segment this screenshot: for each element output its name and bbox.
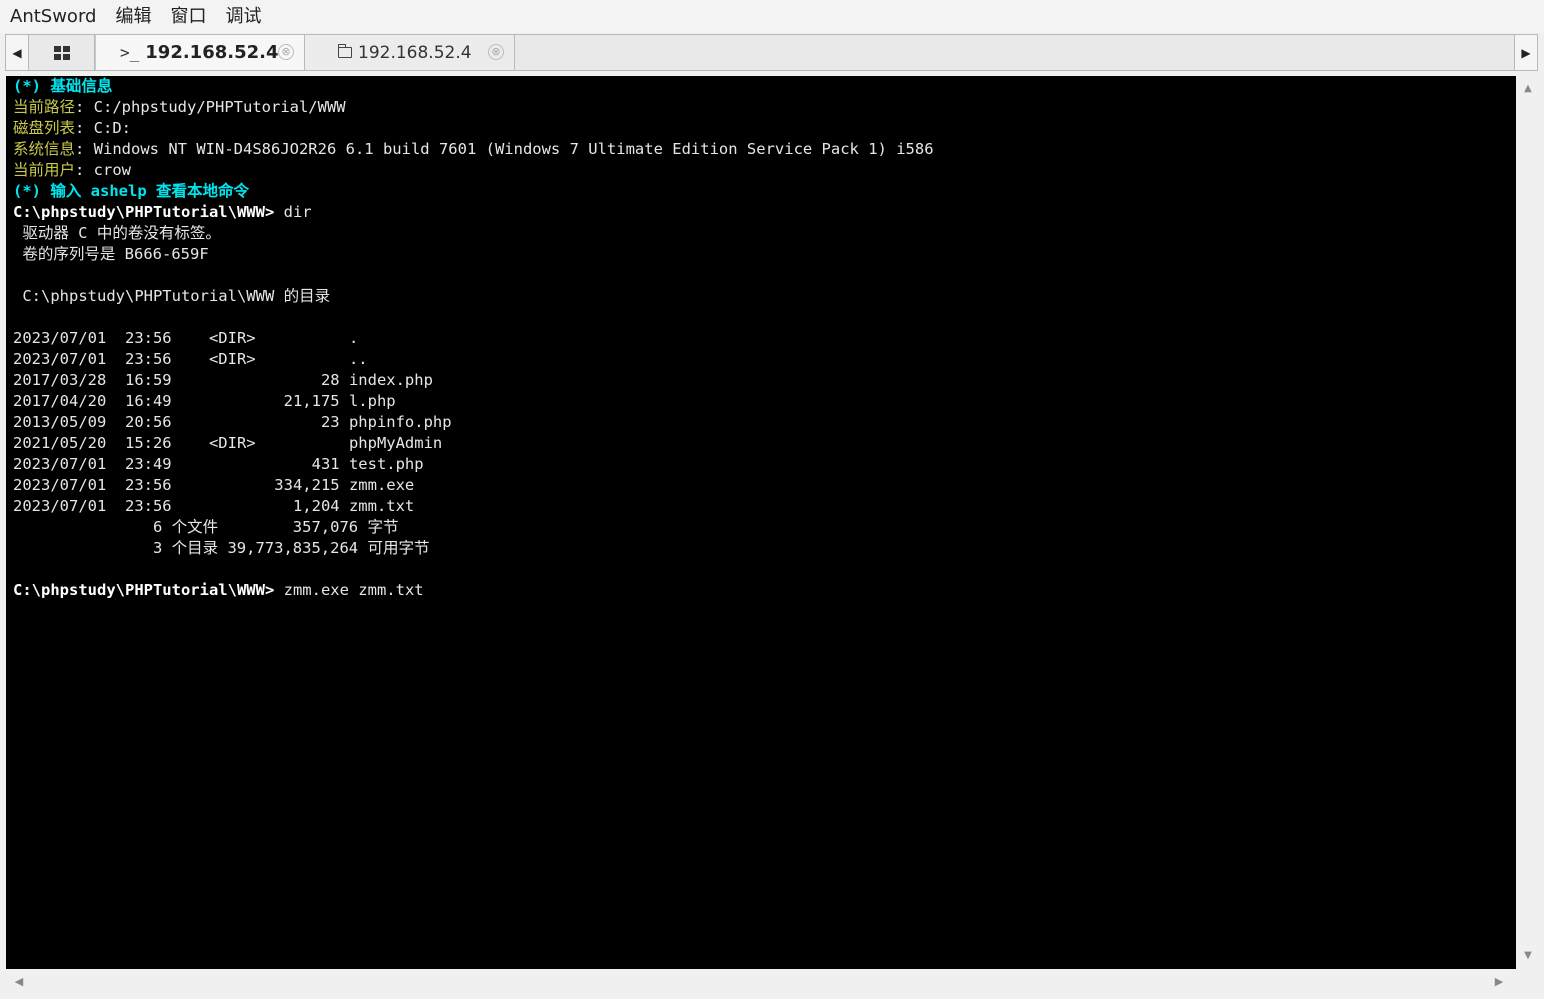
terminal-text: dir [283,203,312,221]
close-icon[interactable]: ⊗ [488,44,504,60]
caret-left-icon: ◀ [12,45,22,60]
terminal-text: 2013/05/09 20:56 23 phpinfo.php [13,413,452,431]
scroll-right-icon[interactable]: ▶ [1488,969,1510,995]
terminal-line: 2021/05/20 15:26 <DIR> phpMyAdmin [13,433,442,454]
menu-antsword[interactable]: AntSword [0,0,105,33]
tab-file-manager[interactable]: 192.168.52.4 ⊗ [305,35,515,70]
terminal-line: 2017/04/20 16:49 21,175 l.php [13,391,396,412]
terminal-text: (*) 输入 ashelp 查看本地命令 [13,182,249,200]
terminal-line: 3 个目录 39,773,835,264 可用字节 [13,538,429,559]
terminal-line: 当前用户: crow [13,160,131,181]
terminal-line: C:\phpstudy\PHPTutorial\WWW> dir [13,202,312,223]
terminal-line: (*) 基础信息 [13,76,112,97]
menu-bar: AntSword 编辑 窗口 调试 [0,0,1544,33]
terminal-text: 2017/03/28 16:59 28 index.php [13,371,433,389]
terminal-line: 2023/07/01 23:56 334,215 zmm.exe [13,475,414,496]
menu-window[interactable]: 窗口 [160,0,215,33]
terminal-text: 2023/07/01 23:56 1,204 zmm.txt [13,497,415,515]
terminal-text: zmm.exe zmm.txt [283,581,424,599]
terminal-text: 卷的序列号是 B666-659F [13,245,209,263]
terminal-icon: >_ [120,43,140,62]
terminal-text: C:\phpstudy\PHPTutorial\WWW> [13,581,284,599]
terminal-text: 2017/04/20 16:49 21,175 l.php [13,392,396,410]
tab-home[interactable] [29,35,95,70]
grid-icon [53,45,70,60]
terminal-text: 系统信息 [13,140,76,158]
scroll-up-icon[interactable]: ▲ [1516,78,1540,100]
caret-right-icon: ▶ [1521,45,1531,60]
horizontal-scrollbar[interactable]: ◀ ▶ [6,969,1516,995]
scroll-down-icon[interactable]: ▼ [1516,945,1540,967]
tab-terminal-label: 192.168.52.4 [145,42,279,63]
terminal-line: 2017/03/28 16:59 28 index.php [13,370,433,391]
tab-bar: ◀ >_ 192.168.52.4 ⊗ 192.168.52.4 ⊗ ▶ [5,34,1538,71]
terminal-line: 2023/07/01 23:56 <DIR> .. [13,349,368,370]
terminal-text: 磁盘列表 [13,119,76,137]
terminal-text: : C:/phpstudy/PHPTutorial/WWW [75,98,346,116]
terminal-text: C:\phpstudy\PHPTutorial\WWW> [13,203,284,221]
terminal-text: 2023/07/01 23:49 431 test.php [13,455,424,473]
terminal-text: C:\phpstudy\PHPTutorial\WWW 的目录 [13,287,331,305]
terminal-text: (*) 基础信息 [13,77,113,95]
terminal-text: 3 个目录 39,773,835,264 可用字节 [13,539,430,557]
terminal-line: 6 个文件 357,076 字节 [13,517,398,538]
terminal-text: 6 个文件 357,076 字节 [13,518,399,536]
terminal-output[interactable]: (*) 基础信息 当前路径: C:/phpstudy/PHPTutorial/WW… [6,76,1516,969]
vertical-scrollbar[interactable]: ▲ ▼ [1516,76,1540,969]
terminal-line: (*) 输入 ashelp 查看本地命令 [13,181,249,202]
close-icon[interactable]: ⊗ [278,44,294,60]
terminal-line: 2023/07/01 23:49 431 test.php [13,454,424,475]
tab-scroll-right-button[interactable]: ▶ [1514,35,1537,70]
terminal-text: 2023/07/01 23:56 334,215 zmm.exe [13,476,415,494]
terminal-text: : Windows NT WIN-D4S86JO2R26 6.1 build 7… [75,140,934,158]
terminal-line: 卷的序列号是 B666-659F [13,244,209,265]
terminal-line: 驱动器 C 中的卷没有标签。 [13,223,221,244]
terminal-text: 驱动器 C 中的卷没有标签。 [13,224,221,242]
tab-terminal[interactable]: >_ 192.168.52.4 ⊗ [95,35,305,70]
tab-file-manager-label: 192.168.52.4 [358,42,472,63]
terminal-text: 2021/05/20 15:26 <DIR> phpMyAdmin [13,434,443,452]
menu-debug[interactable]: 调试 [215,0,270,33]
terminal-text: 当前用户 [13,161,76,179]
terminal-text: : C:D: [75,119,132,137]
scroll-left-icon[interactable]: ◀ [8,969,30,995]
terminal-text: 2023/07/01 23:56 <DIR> . [13,329,359,347]
terminal-line: 2013/05/09 20:56 23 phpinfo.php [13,412,452,433]
menu-edit[interactable]: 编辑 [105,0,160,33]
terminal-text: : crow [75,161,132,179]
terminal-line: 磁盘列表: C:D: [13,118,131,139]
terminal-line: 2023/07/01 23:56 <DIR> . [13,328,358,349]
terminal-line: 当前路径: C:/phpstudy/PHPTutorial/WWW [13,97,346,118]
terminal-text: 2023/07/01 23:56 <DIR> .. [13,350,368,368]
terminal-line: 系统信息: Windows NT WIN-D4S86JO2R26 6.1 bui… [13,139,934,160]
tab-scroll-left-button[interactable]: ◀ [6,35,29,70]
folder-icon [337,44,352,58]
terminal-text: 当前路径 [13,98,76,116]
terminal-line: 2023/07/01 23:56 1,204 zmm.txt [13,496,414,517]
terminal-line: C:\phpstudy\PHPTutorial\WWW> zmm.exe zmm… [13,580,424,601]
terminal-line: C:\phpstudy\PHPTutorial\WWW 的目录 [13,286,330,307]
